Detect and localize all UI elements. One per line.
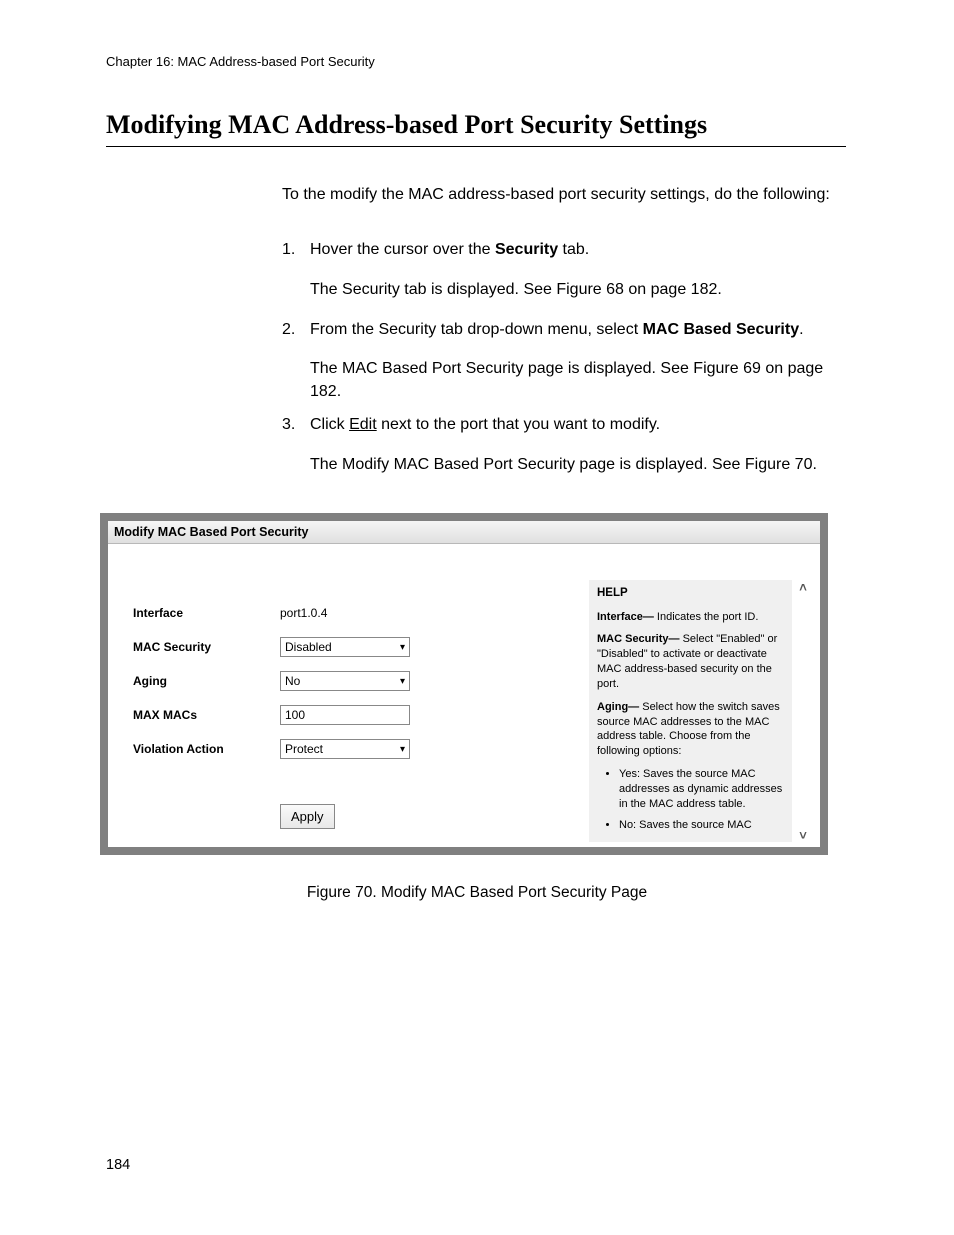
value-interface: port1.0.4 [280, 606, 327, 620]
step-number: 3. [282, 413, 310, 436]
bold-mac-based-security: MAC Based Security [643, 321, 800, 338]
bold-security: Security [495, 241, 558, 258]
help-interface-bold: Interface— [597, 611, 654, 623]
panel-title: Modify MAC Based Port Security [108, 521, 820, 544]
section-title: Modifying MAC Address-based Port Securit… [106, 110, 846, 147]
text: tab. [558, 241, 589, 258]
scroll-up-icon[interactable]: ˄ [796, 580, 810, 595]
row-violation-action: Violation Action Protect ▾ [133, 732, 443, 766]
text: . [799, 321, 803, 338]
chevron-down-icon: ▾ [400, 744, 405, 755]
aging-select[interactable]: No ▾ [280, 671, 410, 691]
help-mac-security-bold: MAC Security— [597, 633, 680, 645]
help-panel: HELP Interface— Indicates the port ID. M… [589, 580, 792, 842]
form-area: Interface port1.0.4 MAC Security Disable… [133, 596, 443, 829]
apply-button[interactable]: Apply [280, 804, 335, 829]
text: Hover the cursor over the [310, 241, 495, 258]
row-mac-security: MAC Security Disabled ▾ [133, 630, 443, 664]
intro-text: To the modify the MAC address-based port… [282, 183, 848, 206]
label-violation-action: Violation Action [133, 742, 280, 756]
select-value: Disabled [285, 640, 332, 654]
figure-70-screenshot: Modify MAC Based Port Security Interface… [100, 513, 828, 855]
chevron-down-icon: ▾ [400, 642, 405, 653]
help-aging-bold: Aging— [597, 701, 639, 713]
label-mac-security: MAC Security [133, 640, 280, 654]
step-1: 1. Hover the cursor over the Security ta… [282, 238, 848, 261]
label-interface: Interface [133, 606, 280, 620]
text: From the Security tab drop-down menu, se… [310, 321, 643, 338]
step-3: 3. Click Edit next to the port that you … [282, 413, 848, 436]
text: Click [310, 416, 349, 433]
row-max-macs: MAX MACs 100 [133, 698, 443, 732]
chapter-header: Chapter 16: MAC Address-based Port Secur… [106, 54, 375, 69]
mac-security-select[interactable]: Disabled ▾ [280, 637, 410, 657]
chevron-down-icon: ▾ [400, 676, 405, 687]
step-1-sub: The Security tab is displayed. See Figur… [310, 278, 848, 301]
step-3-sub: The Modify MAC Based Port Security page … [310, 453, 848, 476]
step-2-sub: The MAC Based Port Security page is disp… [310, 357, 848, 403]
scroll-down-icon[interactable]: ˅ [796, 828, 810, 843]
max-macs-input[interactable]: 100 [280, 705, 410, 725]
input-value: 100 [285, 708, 305, 722]
row-aging: Aging No ▾ [133, 664, 443, 698]
figure-caption: Figure 70. Modify MAC Based Port Securit… [0, 884, 954, 902]
edit-link-text: Edit [349, 416, 377, 433]
text: next to the port that you want to modify… [377, 416, 660, 433]
label-aging: Aging [133, 674, 280, 688]
label-max-macs: MAX MACs [133, 708, 280, 722]
select-value: No [285, 674, 300, 688]
violation-action-select[interactable]: Protect ▾ [280, 739, 410, 759]
help-title: HELP [597, 586, 784, 602]
step-number: 1. [282, 238, 310, 261]
page-number: 184 [106, 1157, 130, 1173]
help-list-item: No: Saves the source MAC [619, 818, 784, 833]
step-number: 2. [282, 318, 310, 341]
step-2: 2. From the Security tab drop-down menu,… [282, 318, 848, 341]
select-value: Protect [285, 742, 323, 756]
help-interface-text: Indicates the port ID. [654, 611, 759, 623]
help-list-item: Yes: Saves the source MAC addresses as d… [619, 767, 784, 812]
row-interface: Interface port1.0.4 [133, 596, 443, 630]
